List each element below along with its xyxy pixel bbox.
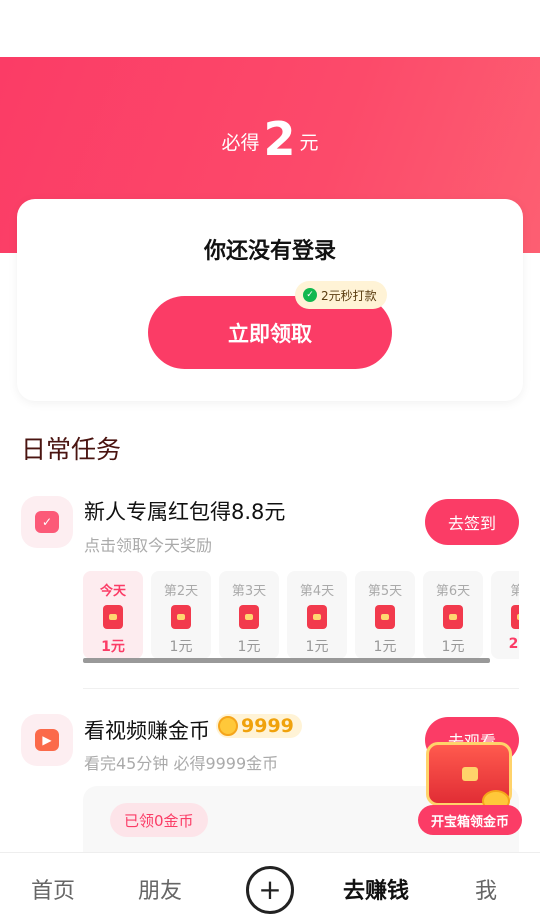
login-title: 你还没有登录 xyxy=(203,239,336,264)
signin-day-4[interactable]: 第4天 1元 xyxy=(287,571,347,659)
signin-day-6[interactable]: 第6天 1元 xyxy=(423,571,483,659)
tab-friends[interactable]: 朋友 xyxy=(138,873,182,905)
daily-tasks-title: 日常任务 xyxy=(21,435,122,464)
day-amount: 2.8 xyxy=(508,636,519,652)
signin-day-2[interactable]: 第2天 1元 xyxy=(151,571,211,659)
signin-day-3[interactable]: 第3天 1元 xyxy=(219,571,279,659)
treasure-chest-widget[interactable]: 开宝箱领金币 xyxy=(418,742,522,836)
treasure-chest-label: 开宝箱领金币 xyxy=(418,805,522,835)
hero-prefix: 必得 xyxy=(221,132,260,154)
hero-reward-amount: 必得2 元 xyxy=(0,112,540,166)
login-card: 你还没有登录 立即领取 ✓ 2元秒打款 xyxy=(17,199,523,401)
tab-me[interactable]: 我 xyxy=(475,873,497,905)
coin-icon xyxy=(218,716,238,736)
task-signin-title: 新人专属红包得8.8元 xyxy=(84,496,285,526)
day-amount: 1元 xyxy=(373,639,397,655)
day-amount: 1元 xyxy=(101,639,125,655)
red-envelope-icon xyxy=(511,605,519,629)
coins-received-pill: 已领0金币 xyxy=(110,803,208,837)
signin-button[interactable]: 去签到 xyxy=(425,499,519,545)
red-envelope-icon xyxy=(171,605,191,629)
red-envelope-icon xyxy=(375,605,395,629)
bottom-tab-bar: 首页 朋友 + 去赚钱 我 xyxy=(0,852,540,924)
day-label: 第6天 xyxy=(435,584,471,599)
task-signin-subtitle: 点击领取今天奖励 xyxy=(84,536,213,555)
day-strip-scrollbar[interactable] xyxy=(83,658,490,663)
tab-home[interactable]: 首页 xyxy=(31,873,75,905)
status-bar-area xyxy=(0,0,540,57)
signin-day-7[interactable]: 第7 2.8 xyxy=(491,571,519,659)
red-envelope-icon xyxy=(239,605,259,629)
red-envelope-icon xyxy=(307,605,327,629)
instant-payout-badge: ✓ 2元秒打款 xyxy=(295,281,387,309)
red-envelope-icon xyxy=(443,605,463,629)
signin-day-1[interactable]: 今天 1元 xyxy=(83,571,143,659)
task-video-title-text: 看视频赚金币 xyxy=(84,719,210,743)
task-video-title: 看视频赚金币 9999 xyxy=(84,714,302,745)
coin-reward-value: 9999 xyxy=(241,715,294,737)
task-signin-title-text: 新人专属红包得 xyxy=(84,500,231,524)
create-plus-button[interactable]: + xyxy=(246,866,294,914)
day-label: 第7 xyxy=(510,584,519,599)
divider xyxy=(83,688,519,689)
task-signin-amount: 8.8 xyxy=(231,500,265,524)
task-video-subtitle: 看完45分钟 必得9999金币 xyxy=(84,754,279,773)
calendar-icon: ✓ xyxy=(21,496,73,548)
day-label: 今天 xyxy=(99,584,126,599)
signin-day-strip[interactable]: 今天 1元 第2天 1元 第3天 1元 第4天 1元 第5天 1元 第6天 1元… xyxy=(83,571,519,661)
day-label: 第5天 xyxy=(367,584,403,599)
red-envelope-icon xyxy=(103,605,123,629)
hero-suffix: 元 xyxy=(299,132,319,154)
day-label: 第3天 xyxy=(231,584,267,599)
day-amount: 1元 xyxy=(305,639,329,655)
wechat-check-icon: ✓ xyxy=(303,288,317,302)
day-label: 第2天 xyxy=(163,584,199,599)
hero-amount-number: 2 xyxy=(263,112,296,166)
task-signin-unit: 元 xyxy=(264,500,286,524)
tab-earn[interactable]: 去赚钱 xyxy=(343,873,409,905)
day-amount: 1元 xyxy=(237,639,261,655)
signin-day-5[interactable]: 第5天 1元 xyxy=(355,571,415,659)
day-label: 第4天 xyxy=(299,584,335,599)
coin-reward-badge: 9999 xyxy=(216,714,302,738)
instant-payout-label: 2元秒打款 xyxy=(321,288,377,303)
day-amount: 1元 xyxy=(169,639,193,655)
task-signin: ✓ 新人专属红包得8.8元 点击领取今天奖励 去签到 xyxy=(21,496,519,556)
play-video-icon: ▶ xyxy=(21,714,73,766)
day-amount: 1元 xyxy=(441,639,465,655)
